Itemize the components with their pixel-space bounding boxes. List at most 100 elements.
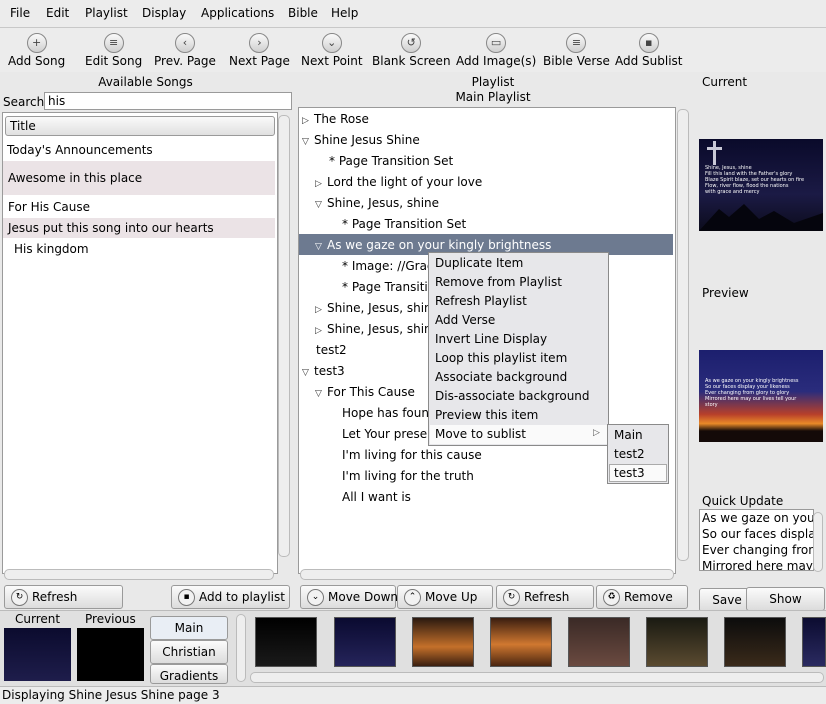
menu-item-dissociate[interactable]: Dis-associate background bbox=[435, 389, 590, 403]
quick-update-textarea[interactable]: As we gaze on you So our faces displa Ev… bbox=[699, 509, 814, 571]
submenu-item-test2[interactable]: test2 bbox=[614, 447, 645, 461]
add-to-playlist-icon: ▪ bbox=[178, 589, 195, 606]
tree-item[interactable]: ▷ The Rose bbox=[302, 112, 369, 126]
list-item[interactable]: Jesus put this song into our hearts bbox=[8, 221, 214, 235]
songs-horizontal-scrollbar[interactable] bbox=[4, 569, 274, 580]
sublist-submenu: Main test2 test3 bbox=[607, 424, 669, 484]
menu-item-invert[interactable]: Invert Line Display bbox=[435, 332, 547, 346]
add-song-button[interactable]: + Add Song bbox=[8, 31, 65, 68]
add-images-button[interactable]: ▭ Add Image(s) bbox=[456, 31, 536, 68]
playlist-horizontal-scrollbar[interactable] bbox=[300, 569, 674, 580]
background-thumbnail[interactable] bbox=[255, 617, 317, 667]
edit-song-button[interactable]: ≡ Edit Song bbox=[85, 31, 142, 68]
background-thumbnail[interactable] bbox=[802, 617, 826, 667]
list-item[interactable]: Awesome in this place bbox=[8, 171, 142, 185]
tree-item[interactable]: Let Your prese bbox=[342, 427, 427, 441]
refresh-songs-button[interactable]: ↻ Refresh bbox=[4, 585, 123, 609]
menu-edit[interactable]: Edit bbox=[46, 6, 69, 20]
songs-vertical-scrollbar[interactable] bbox=[278, 115, 290, 557]
tree-item[interactable]: I'm living for this cause bbox=[342, 448, 482, 462]
next-point-button[interactable]: ⌄ Next Point bbox=[301, 31, 363, 68]
background-thumbnail[interactable] bbox=[412, 617, 474, 667]
background-thumbnail[interactable] bbox=[490, 617, 552, 667]
tree-item[interactable]: ▽ Shine, Jesus, shine bbox=[315, 196, 439, 210]
blank-screen-icon: ↺ bbox=[401, 33, 422, 53]
tree-item[interactable]: * Image: //Grac bbox=[342, 259, 434, 273]
tree-item[interactable]: ▽ test3 bbox=[302, 364, 345, 378]
tree-item[interactable]: ▽ Shine Jesus Shine bbox=[302, 133, 420, 147]
bg-tab-main[interactable]: Main bbox=[150, 616, 228, 640]
tree-item[interactable]: test2 bbox=[316, 343, 347, 357]
remove-button[interactable]: ♻ Remove bbox=[596, 585, 688, 609]
menu-playlist[interactable]: Playlist bbox=[85, 6, 128, 20]
add-to-playlist-button[interactable]: ▪ Add to playlist bbox=[171, 585, 290, 609]
menu-item-preview[interactable]: Preview this item bbox=[435, 408, 538, 422]
background-thumbnail[interactable] bbox=[568, 617, 630, 667]
title-column-header[interactable]: Title bbox=[5, 116, 275, 136]
menu-applications[interactable]: Applications bbox=[201, 6, 274, 20]
collapse-icon: ▽ bbox=[315, 242, 322, 252]
refresh-icon: ↻ bbox=[503, 589, 520, 606]
expand-icon: ▷ bbox=[315, 305, 322, 315]
tree-item[interactable]: ▽ For This Cause bbox=[315, 385, 415, 399]
prev-page-button[interactable]: ‹ Prev. Page bbox=[154, 31, 216, 68]
tree-item[interactable]: Hope has foun bbox=[342, 406, 429, 420]
status-bar: Displaying Shine Jesus Shine page 3 bbox=[0, 686, 826, 704]
background-thumbnail[interactable] bbox=[646, 617, 708, 667]
bible-verse-button[interactable]: ≡ Bible Verse bbox=[543, 31, 610, 68]
quick-update-panel: Quick Update As we gaze on you So our fa… bbox=[697, 494, 824, 584]
backgrounds-horizontal-scrollbar[interactable] bbox=[250, 672, 824, 683]
menu-item-loop[interactable]: Loop this playlist item bbox=[435, 351, 567, 365]
tree-item-selected[interactable]: ▽ As we gaze on your kingly brightness bbox=[315, 238, 551, 252]
songs-panel: Available Songs Search Title Today's Ann… bbox=[2, 75, 292, 583]
add-sublist-button[interactable]: ▪ Add Sublist bbox=[615, 31, 683, 68]
collapse-icon: ▽ bbox=[315, 389, 322, 399]
menu-item-add-verse[interactable]: Add Verse bbox=[435, 313, 495, 327]
move-down-button[interactable]: ⌄ Move Down bbox=[300, 585, 398, 609]
tree-item[interactable]: * Page Transition Set bbox=[342, 217, 466, 231]
list-item[interactable]: For His Cause bbox=[8, 200, 90, 214]
tree-item[interactable]: ▷ Shine, Jesus, shin bbox=[315, 322, 432, 336]
backgrounds-vertical-scrollbar[interactable] bbox=[236, 614, 246, 682]
list-item[interactable]: His kingdom bbox=[14, 242, 89, 256]
menu-item-remove[interactable]: Remove from Playlist bbox=[435, 275, 562, 289]
tree-item[interactable]: * Page Transiti bbox=[342, 280, 428, 294]
menubar: File Edit Playlist Display Applications … bbox=[0, 0, 826, 28]
search-label: Search bbox=[3, 95, 45, 109]
bg-tab-christian[interactable]: Christian bbox=[150, 640, 228, 664]
menu-item-refresh[interactable]: Refresh Playlist bbox=[435, 294, 527, 308]
next-page-button[interactable]: › Next Page bbox=[229, 31, 290, 68]
quick-update-scrollbar[interactable] bbox=[813, 512, 823, 572]
show-button[interactable]: Show bbox=[746, 587, 825, 611]
tree-item[interactable]: ▷ Lord the light of your love bbox=[315, 175, 482, 189]
list-item[interactable]: Today's Announcements bbox=[7, 143, 153, 157]
blank-screen-button[interactable]: ↺ Blank Screen bbox=[372, 31, 451, 68]
background-thumbnail[interactable] bbox=[334, 617, 396, 667]
menu-bible[interactable]: Bible bbox=[288, 6, 318, 20]
bg-tab-gradients[interactable]: Gradients bbox=[150, 664, 228, 684]
folder-icon: ▭ bbox=[486, 33, 507, 53]
playlist-vertical-scrollbar[interactable] bbox=[677, 109, 689, 561]
tree-item[interactable]: I'm living for the truth bbox=[342, 469, 474, 483]
menu-item-associate[interactable]: Associate background bbox=[435, 370, 567, 384]
menu-file[interactable]: File bbox=[10, 6, 30, 20]
collapse-icon: ▽ bbox=[302, 137, 309, 147]
quick-update-title: Quick Update bbox=[702, 494, 784, 508]
menu-help[interactable]: Help bbox=[331, 6, 358, 20]
move-up-button[interactable]: ⌃ Move Up bbox=[397, 585, 493, 609]
background-thumbnail[interactable] bbox=[724, 617, 786, 667]
submenu-item-test3[interactable]: test3 bbox=[614, 466, 645, 480]
chevron-down-icon: ⌄ bbox=[321, 33, 342, 53]
tree-item[interactable]: All I want is bbox=[342, 490, 411, 504]
playlist-panel-subtitle: Main Playlist bbox=[455, 90, 531, 104]
menu-item-duplicate[interactable]: Duplicate Item bbox=[435, 256, 523, 270]
submenu-item-main[interactable]: Main bbox=[614, 428, 643, 442]
search-input[interactable] bbox=[44, 92, 292, 110]
edit-icon: ≡ bbox=[103, 33, 124, 53]
tree-item[interactable]: * Page Transition Set bbox=[329, 154, 453, 168]
menu-display[interactable]: Display bbox=[142, 6, 186, 20]
refresh-playlist-button[interactable]: ↻ Refresh bbox=[496, 585, 594, 609]
collapse-icon: ▽ bbox=[302, 368, 309, 378]
menu-item-move-to-sublist[interactable]: Move to sublist bbox=[435, 427, 526, 441]
tree-item[interactable]: ▷ Shine, Jesus, shin bbox=[315, 301, 432, 315]
